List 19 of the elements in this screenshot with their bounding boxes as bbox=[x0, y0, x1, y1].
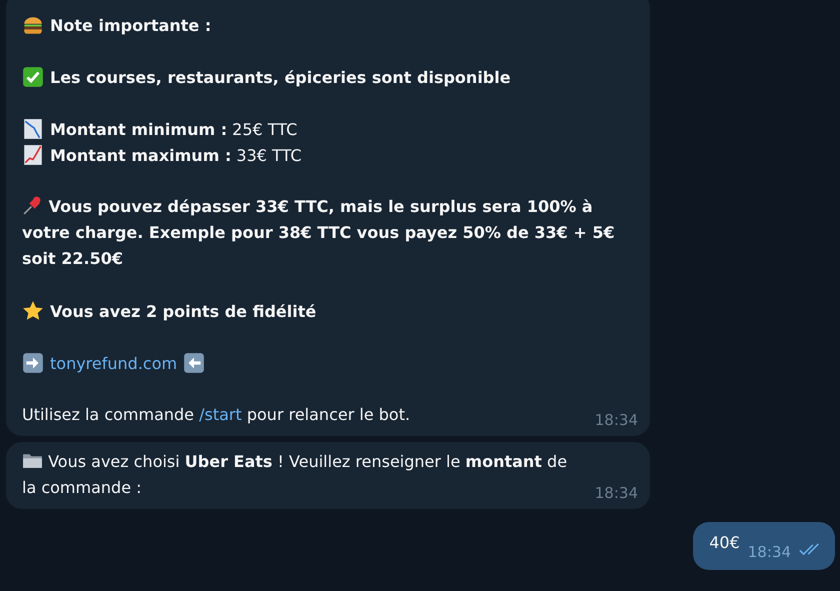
availability-text: Les courses, restaurants, épiceries sont disponible bbox=[50, 68, 511, 86]
footer-text: Utilisez la commande /start pour relancer le bot. bbox=[22, 404, 410, 426]
start-command-link[interactable]: /start bbox=[199, 405, 242, 424]
surplus-text: Vous pouvez dépasser 33€ TTC, mais le surplus sera 100% à votre charge. Exemple pour 38€ TTC vous payez 50% de 33€ + 5€ soit 22.50€ bbox=[22, 194, 616, 270]
maximum-amount: Montant maximum : 33€ TTC bbox=[50, 146, 302, 164]
check-icon bbox=[22, 66, 44, 88]
message-time: 18:34 bbox=[594, 410, 638, 430]
note-title: Note importante : bbox=[50, 16, 212, 34]
minimum-amount: Montant minimum : 25€ TTC bbox=[50, 120, 298, 138]
chart-up-icon bbox=[22, 144, 44, 166]
chart-down-icon bbox=[22, 118, 44, 140]
website-link[interactable]: tonyrefund.com bbox=[50, 354, 178, 372]
loyalty-text: Vous avez 2 points de fidélité bbox=[50, 302, 316, 320]
star-icon bbox=[22, 300, 44, 322]
message-time: 18:34 bbox=[594, 483, 638, 503]
sent-message-text: 40€ bbox=[709, 532, 740, 554]
pin-icon bbox=[22, 195, 43, 216]
message-time: 18:34 bbox=[748, 542, 791, 562]
prompt-text: Vous avez choisi Uber Eats ! Veuillez renseigner le montant de la commande : bbox=[22, 449, 568, 499]
